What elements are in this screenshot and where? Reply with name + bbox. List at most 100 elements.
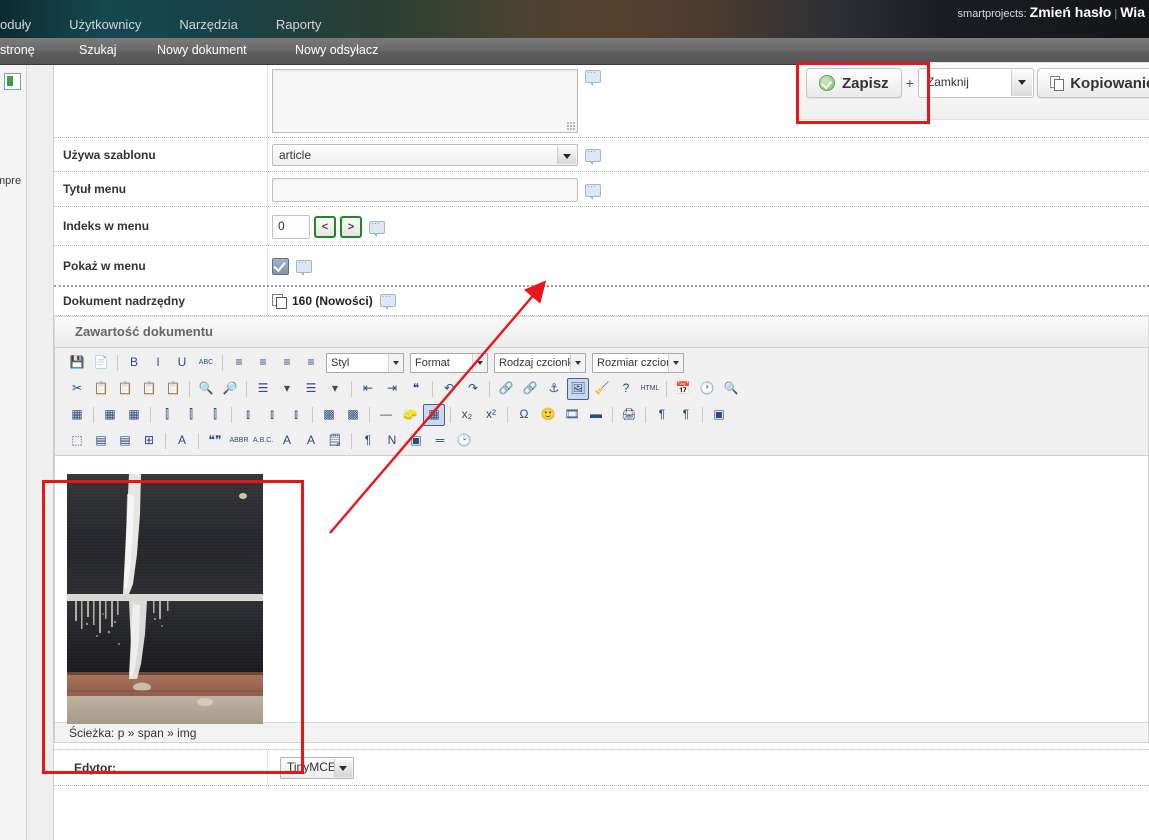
font-size-select[interactable]: Rozmiar czcionki (592, 353, 684, 373)
table-split-cell-icon[interactable]: ▩ (318, 404, 340, 426)
new-document-icon[interactable]: 📄 (90, 352, 112, 374)
menu-title-input[interactable] (272, 178, 578, 202)
cleanup-icon[interactable]: 🧹 (591, 378, 613, 400)
menu-narzedzia[interactable]: Narzędzia (179, 17, 238, 32)
table-delete-col-icon[interactable]: ⫾ (285, 404, 307, 426)
align-left-icon[interactable]: ≡ (228, 352, 250, 374)
table-delete-row-icon[interactable]: ⫿ (204, 404, 226, 426)
restore-draft-icon[interactable]: 🕑 (453, 430, 475, 452)
insert-time-icon[interactable]: 🕐 (696, 378, 718, 400)
news-link[interactable]: Wia (1120, 4, 1145, 20)
menu-raporty[interactable]: Raporty (276, 17, 322, 32)
horizontal-rule-icon[interactable]: — (375, 404, 397, 426)
paste-text-icon[interactable]: 📋 (138, 378, 160, 400)
save-button[interactable]: Zapisz (806, 68, 902, 98)
insertion-icon[interactable]: A (300, 430, 322, 452)
undo-icon[interactable]: ↶ (438, 378, 460, 400)
insert-link-icon[interactable]: 🔗 (495, 378, 517, 400)
menu-uzytkownicy[interactable]: Użytkownicy (69, 17, 141, 32)
bold-icon[interactable]: B (123, 352, 145, 374)
help-bubble-icon[interactable] (369, 218, 385, 237)
table-row-after-icon[interactable]: ⫿ (180, 404, 202, 426)
copy-icon[interactable]: 📋 (90, 378, 112, 400)
align-center-icon[interactable]: ≡ (252, 352, 274, 374)
underline-icon[interactable]: U (171, 352, 193, 374)
bullet-list-dropdown-icon[interactable]: ▾ (276, 378, 298, 400)
blockquote-icon[interactable]: ❝ (405, 378, 427, 400)
show-in-menu-checkbox[interactable] (272, 258, 289, 275)
nonbreaking-space-icon[interactable]: N (381, 430, 403, 452)
outdent-icon[interactable]: ⇤ (357, 378, 379, 400)
editor-select[interactable]: TinyMCE (280, 757, 354, 779)
anchor-icon[interactable]: ⚓ (543, 378, 565, 400)
deletion-icon[interactable]: A (276, 430, 298, 452)
layer-front-icon[interactable]: ▤ (114, 430, 136, 452)
toggle-guidelines-icon[interactable]: ▦ (423, 404, 445, 426)
module-icon[interactable] (4, 73, 21, 90)
layer-back-icon[interactable]: ▤ (90, 430, 112, 452)
align-right-icon[interactable]: ≡ (276, 352, 298, 374)
nav-nowy-dokument[interactable]: Nowy dokument (157, 43, 247, 57)
save-icon[interactable]: 💾 (66, 352, 88, 374)
italic-icon[interactable]: I (147, 352, 169, 374)
insert-hr-icon[interactable]: ▬ (585, 404, 607, 426)
show-paragraph-marks-icon[interactable]: ¶ (357, 430, 379, 452)
help-bubble-icon[interactable] (296, 257, 312, 276)
citation-icon[interactable]: ❝❞ (204, 430, 226, 452)
acronym-icon[interactable]: A.B.C. (252, 430, 274, 452)
numbered-list-dropdown-icon[interactable]: ▾ (324, 378, 346, 400)
menu-index-prev-button[interactable]: < (314, 216, 336, 238)
content-image[interactable] (67, 474, 263, 724)
insert-image-icon[interactable]: 🖼 (567, 378, 589, 400)
bullet-list-icon[interactable]: ☰ (252, 378, 274, 400)
help-bubble-icon[interactable] (585, 181, 601, 200)
table-row-before-icon[interactable]: ⫿ (156, 404, 178, 426)
font-family-select[interactable]: Rodzaj czcionki (494, 353, 586, 373)
copy-button[interactable]: Kopiowanie (1037, 68, 1149, 98)
save-mode-select[interactable]: Zamknij (917, 68, 1034, 98)
print-icon[interactable]: 🖨 (618, 404, 640, 426)
paste-word-icon[interactable]: 📋 (162, 378, 184, 400)
paste-icon[interactable]: 📋 (114, 378, 136, 400)
select-all-icon[interactable]: ⬚ (66, 430, 88, 452)
template-select[interactable]: article (272, 144, 578, 166)
path-value[interactable]: p » span » img (118, 726, 197, 740)
numbered-list-icon[interactable]: ☰ (300, 378, 322, 400)
table-merge-icon[interactable]: ▩ (342, 404, 364, 426)
table-col-before-icon[interactable]: ⫾ (237, 404, 259, 426)
superscript-icon[interactable]: x² (480, 404, 502, 426)
nav-strone[interactable]: stronę (0, 43, 35, 57)
page-break-icon[interactable]: ═ (429, 430, 451, 452)
insert-date-icon[interactable]: 📅 (672, 378, 694, 400)
redo-icon[interactable]: ↷ (462, 378, 484, 400)
insert-media-icon[interactable]: 🎞 (561, 404, 583, 426)
menu-index-next-button[interactable]: > (340, 216, 362, 238)
nav-szukaj[interactable]: Szukaj (79, 43, 117, 57)
preview-icon[interactable]: 🔍 (720, 378, 742, 400)
editor-content-area[interactable] (55, 456, 1148, 724)
table-col-after-icon[interactable]: ⫾ (261, 404, 283, 426)
attributes-icon[interactable]: 🗒 (324, 430, 346, 452)
description-textarea[interactable] (272, 69, 578, 133)
remove-format-icon[interactable]: 🧽 (399, 404, 421, 426)
table-cell-properties-icon[interactable]: ▦ (99, 404, 121, 426)
replace-icon[interactable]: 🔎 (219, 378, 241, 400)
menu-index-input[interactable]: 0 (272, 215, 310, 239)
change-password-link[interactable]: Zmień hasło (1030, 4, 1112, 20)
emoticon-icon[interactable]: 🙂 (537, 404, 559, 426)
subscript-icon[interactable]: x₂ (456, 404, 478, 426)
menu-moduly[interactable]: oduły (0, 17, 31, 32)
fullscreen-icon[interactable]: ▣ (708, 404, 730, 426)
direction-rtl-icon[interactable]: ¶ (675, 404, 697, 426)
unlink-icon[interactable]: 🔗 (519, 378, 541, 400)
strikethrough-icon[interactable]: ABC (195, 352, 217, 374)
align-justify-icon[interactable]: ≡ (300, 352, 322, 374)
parent-document-value[interactable]: 160 (Nowości) (292, 294, 373, 308)
resize-grip[interactable] (567, 122, 575, 130)
direction-ltr-icon[interactable]: ¶ (651, 404, 673, 426)
nav-nowy-odsylacz[interactable]: Nowy odsyłacz (295, 43, 378, 57)
abbreviation-icon[interactable]: ABBR (228, 430, 250, 452)
help-icon[interactable]: ? (615, 378, 637, 400)
help-bubble-icon[interactable] (585, 67, 601, 87)
help-bubble-icon[interactable] (585, 146, 601, 165)
